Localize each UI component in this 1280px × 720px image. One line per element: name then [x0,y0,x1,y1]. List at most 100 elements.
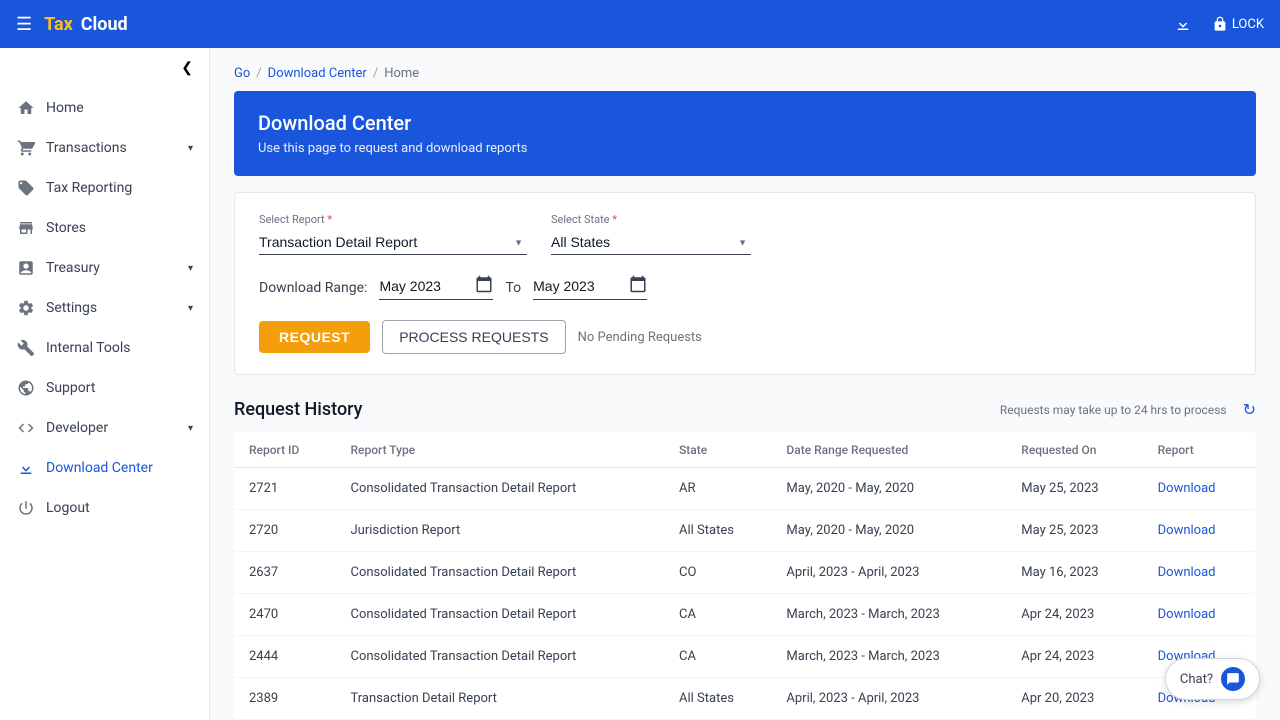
calendar-from-icon[interactable] [475,275,493,297]
date-from-wrap [379,275,493,300]
action-buttons-row: REQUEST PROCESS REQUESTS No Pending Requ… [259,320,1231,354]
report-select-group: Select Report * Transaction Detail Repor… [259,213,527,255]
cell-report-id: 2637 [235,552,337,594]
cell-date-range: April, 2023 - April, 2023 [772,678,1007,720]
process-requests-button[interactable]: PROCESS REQUESTS [382,320,565,354]
cell-report-id: 2444 [235,636,337,678]
col-report: Report [1144,433,1256,468]
sidebar-item-treasury[interactable]: Treasury ▾ [0,248,209,288]
cell-report-id: 2720 [235,510,337,552]
sidebar-label-home: Home [46,100,193,116]
sidebar-label-internal-tools: Internal Tools [46,340,193,356]
no-pending-label: No Pending Requests [578,330,702,345]
transactions-icon [16,138,36,158]
chat-label: Chat? [1180,672,1213,687]
download-link[interactable]: Download [1158,565,1216,580]
main-content: Go / Download Center / Home Download Cen… [210,48,1280,720]
stores-icon [16,218,36,238]
state-select[interactable]: All States AR CA CO [551,230,751,255]
table-header-row: Report ID Report Type State Date Range R… [235,433,1256,468]
cell-report: Download [1144,552,1256,594]
table-row: 2720 Jurisdiction Report All States May,… [235,510,1256,552]
internal-tools-icon [16,338,36,358]
cell-state: All States [665,678,772,720]
cell-report-type: Consolidated Transaction Detail Report [337,468,666,510]
chevron-down-icon-settings: ▾ [188,303,193,314]
sidebar-label-download-center: Download Center [46,460,193,476]
date-to-input[interactable] [533,278,623,294]
request-history-header: Request History Requests may take up to … [234,399,1256,420]
state-select-wrapper: All States AR CA CO [551,230,751,255]
sidebar-item-support[interactable]: Support [0,368,209,408]
lock-label: LOCK [1232,17,1264,32]
date-from-input[interactable] [379,278,469,294]
cell-state: CO [665,552,772,594]
sidebar-item-download-center[interactable]: Download Center [0,448,209,488]
cell-report: Download [1144,510,1256,552]
download-link[interactable]: Download [1158,481,1216,496]
sidebar-toggle[interactable]: ❮ [0,48,209,88]
to-label: To [505,280,521,296]
request-history-section: Request History Requests may take up to … [234,399,1256,720]
breadcrumb-download-center[interactable]: Download Center [268,66,367,81]
sidebar-item-logout[interactable]: Logout [0,488,209,528]
dc-subtitle: Use this page to request and download re… [258,141,1232,156]
table-row: 2470 Consolidated Transaction Detail Rep… [235,594,1256,636]
breadcrumb-sep-1: / [256,66,261,81]
sidebar-item-developer[interactable]: Developer ▾ [0,408,209,448]
chat-icon [1221,667,1245,691]
sidebar-item-home[interactable]: Home [0,88,209,128]
sidebar-item-stores[interactable]: Stores [0,208,209,248]
request-history-table: Report ID Report Type State Date Range R… [234,432,1256,720]
chevron-down-icon-developer: ▾ [188,423,193,434]
sidebar-label-stores: Stores [46,220,193,236]
cell-report-id: 2389 [235,678,337,720]
request-button[interactable]: REQUEST [259,321,370,353]
treasury-icon [16,258,36,278]
sidebar-label-tax-reporting: Tax Reporting [46,180,193,196]
download-link[interactable]: Download [1158,607,1216,622]
cell-state: CA [665,594,772,636]
col-date-range: Date Range Requested [772,433,1007,468]
chevron-left-icon: ❮ [181,60,193,76]
request-form-card: Select Report * Transaction Detail Repor… [234,192,1256,375]
lock-button[interactable]: LOCK [1212,16,1264,32]
cell-requested-on: Apr 24, 2023 [1007,636,1143,678]
sidebar-item-internal-tools[interactable]: Internal Tools [0,328,209,368]
sidebar-label-support: Support [46,380,193,396]
state-select-group: Select State * All States AR CA CO [551,213,751,255]
cell-requested-on: May 25, 2023 [1007,468,1143,510]
hamburger-icon[interactable]: ☰ [16,14,32,35]
breadcrumb-go[interactable]: Go [234,66,250,81]
logo[interactable]: TaxCloud [44,14,128,35]
main-layout: ❮ Home Transactions ▾ Tax Reporting [0,48,1280,720]
table-body: 2721 Consolidated Transaction Detail Rep… [235,468,1256,720]
dc-title: Download Center [258,111,1232,135]
col-report-type: Report Type [337,433,666,468]
breadcrumb-home: Home [384,66,419,81]
logout-icon [16,498,36,518]
cell-report-type: Consolidated Transaction Detail Report [337,636,666,678]
report-select-wrapper: Transaction Detail Report Consolidated T… [259,230,527,255]
form-selects-row: Select Report * Transaction Detail Repor… [259,213,1231,255]
cell-report-type: Jurisdiction Report [337,510,666,552]
cell-requested-on: Apr 20, 2023 [1007,678,1143,720]
sidebar-label-settings: Settings [46,300,178,316]
topnav-download-icon[interactable] [1174,15,1192,33]
download-range-label: Download Range: [259,280,367,296]
state-select-label: Select State * [551,213,751,226]
cell-date-range: May, 2020 - May, 2020 [772,510,1007,552]
sidebar-item-tax-reporting[interactable]: Tax Reporting [0,168,209,208]
chat-button[interactable]: Chat? [1165,658,1260,700]
sidebar-item-transactions[interactable]: Transactions ▾ [0,128,209,168]
col-requested-on: Requested On [1007,433,1143,468]
sidebar-item-settings[interactable]: Settings ▾ [0,288,209,328]
cell-date-range: March, 2023 - March, 2023 [772,594,1007,636]
cell-report-type: Transaction Detail Report [337,678,666,720]
download-link[interactable]: Download [1158,523,1216,538]
calendar-to-icon[interactable] [629,275,647,297]
table-row: 2721 Consolidated Transaction Detail Rep… [235,468,1256,510]
refresh-icon[interactable]: ↻ [1243,400,1256,419]
home-icon [16,98,36,118]
report-select[interactable]: Transaction Detail Report Consolidated T… [259,230,527,255]
